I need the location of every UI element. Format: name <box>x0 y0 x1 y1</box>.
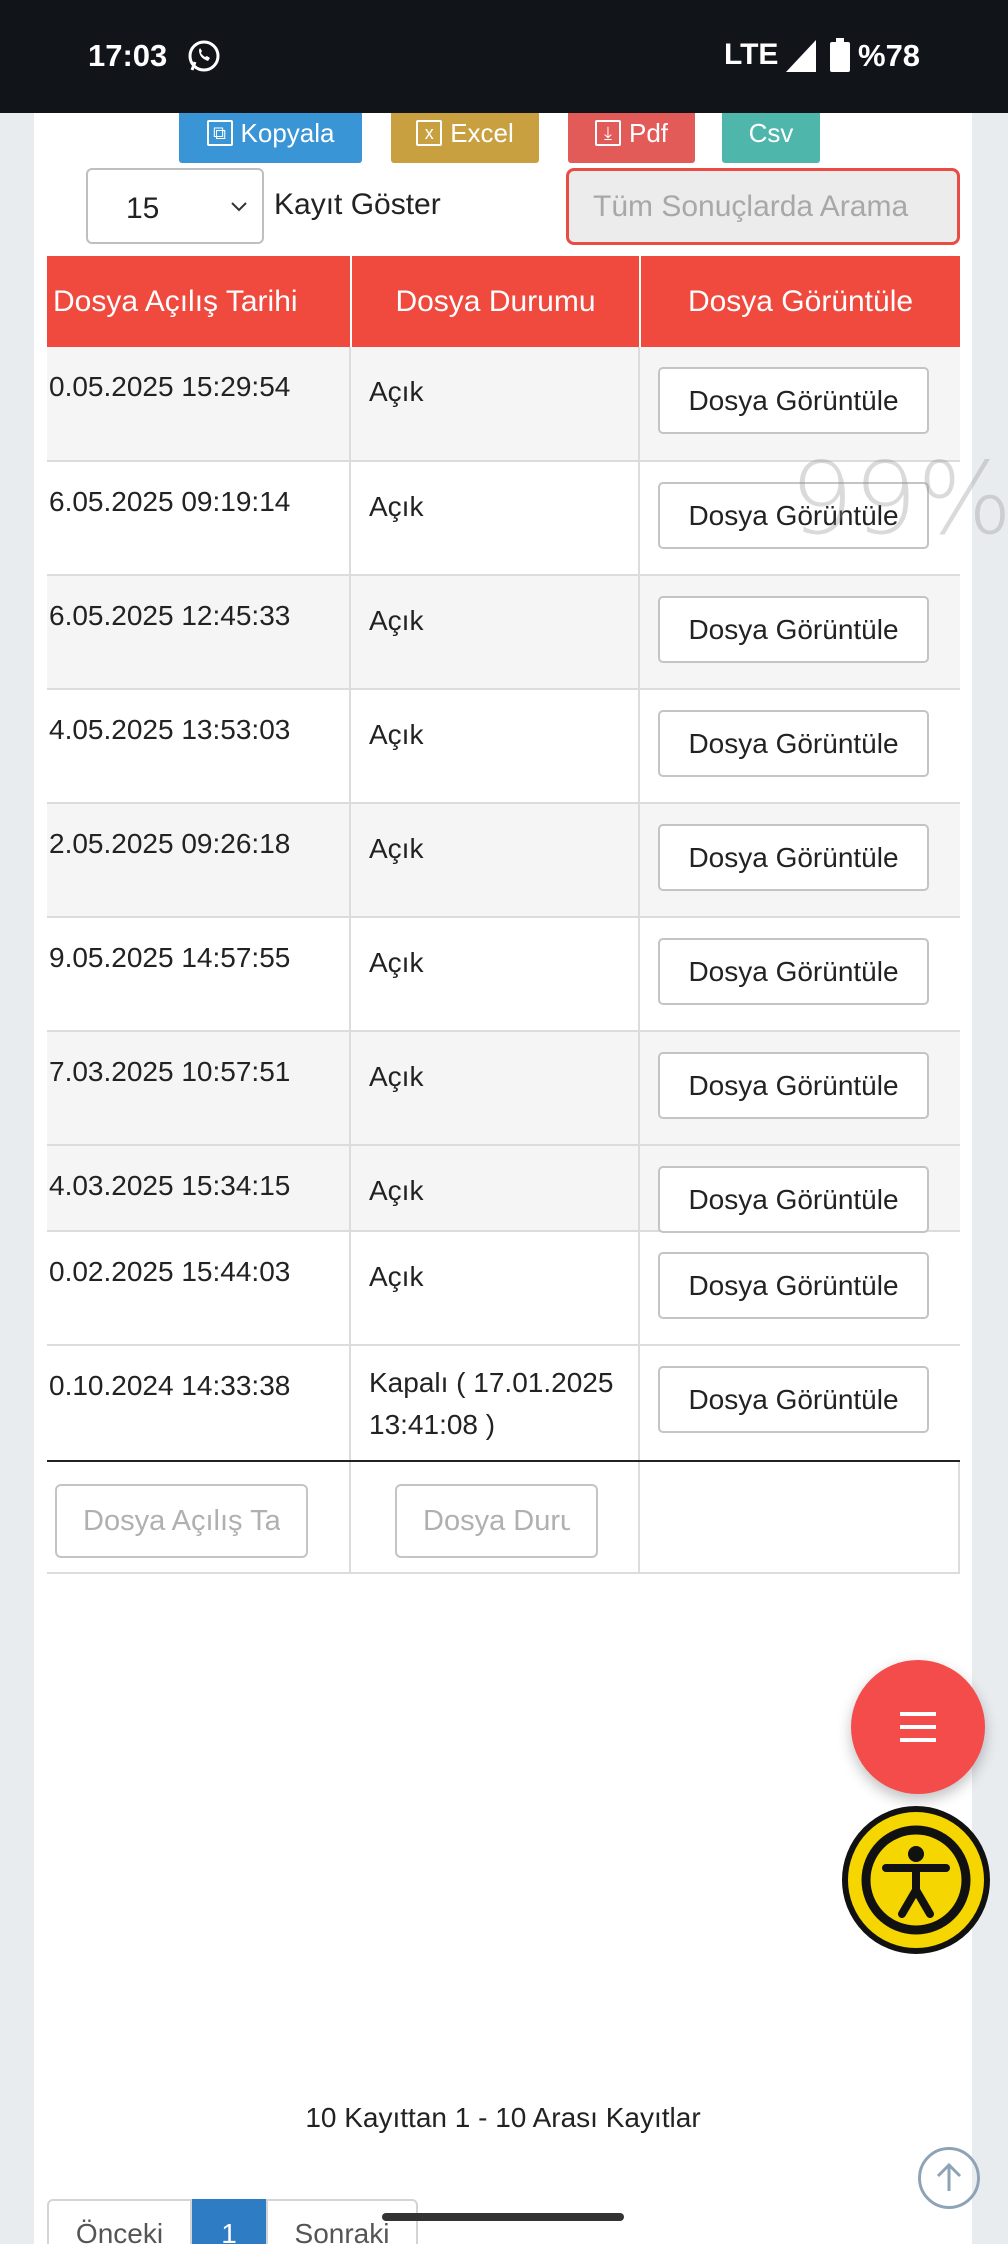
view-file-button[interactable]: Dosya Görüntüle <box>658 1366 929 1433</box>
view-file-button[interactable]: Dosya Görüntüle <box>658 710 929 777</box>
page-length-value: 15 <box>126 192 160 225</box>
table-row: 9.05.2025 14:57:55 Açık Dosya Görüntüle <box>47 918 960 1032</box>
pagination: Önceki 1 Sonraki <box>47 2199 418 2244</box>
accessibility-icon <box>861 1825 971 1935</box>
floating-menu-button[interactable] <box>851 1660 985 1794</box>
table-row: 4.05.2025 13:53:03 Açık Dosya Görüntüle <box>47 690 960 804</box>
view-file-button[interactable]: Dosya Görüntüle <box>658 1252 929 1319</box>
scroll-to-top-button[interactable] <box>918 2147 980 2209</box>
table-row: 7.03.2025 10:57:51 Açık Dosya Görüntüle <box>47 1032 960 1146</box>
status-time: 17:03 <box>88 38 168 73</box>
table-row: 0.10.2024 14:33:38 Kapalı ( 17.01.2025 1… <box>47 1346 960 1460</box>
battery-icon <box>830 38 850 72</box>
cell-date: 6.05.2025 09:19:14 <box>47 462 351 574</box>
view-file-button[interactable]: Dosya Görüntüle <box>658 938 929 1005</box>
status-bar: 17:03 LTE %78 <box>0 0 1008 113</box>
cell-status: Açık <box>351 1232 640 1344</box>
menu-icon <box>900 1712 936 1742</box>
table-header: Dosya Açılış Tarihi Dosya Durumu Dosya G… <box>47 256 960 347</box>
column-header-date[interactable]: Dosya Açılış Tarihi <box>47 256 350 347</box>
cell-date: 9.05.2025 14:57:55 <box>47 918 351 1030</box>
view-file-button[interactable]: Dosya Görüntüle <box>658 596 929 663</box>
cell-date: 7.03.2025 10:57:51 <box>47 1032 351 1144</box>
zoom-indicator: 99% <box>790 440 1008 557</box>
table-row: 2.05.2025 09:26:18 Açık Dosya Görüntüle <box>47 804 960 918</box>
copy-button[interactable]: ⧉ Kopyala <box>179 113 362 163</box>
table-row: 0.02.2025 15:44:03 Açık Dosya Görüntüle <box>47 1232 960 1346</box>
cell-date: 6.05.2025 12:45:33 <box>47 576 351 688</box>
table-info: 10 Kayıttan 1 - 10 Arası Kayıtlar <box>305 2102 701 2133</box>
cell-status: Açık <box>351 347 640 460</box>
arrow-up-icon <box>936 2162 962 2191</box>
cell-status: Açık <box>351 462 640 574</box>
cell-status: Açık <box>351 918 640 1030</box>
accessibility-button[interactable] <box>842 1806 990 1954</box>
signal-icon <box>786 40 816 72</box>
excel-icon: x <box>416 120 443 146</box>
cell-status: Açık <box>351 576 640 688</box>
view-file-button[interactable]: Dosya Görüntüle <box>658 1166 929 1233</box>
pdf-icon: ⤓ <box>594 120 621 146</box>
page-content: ⧉ Kopyala x Excel ⤓ Pdf Csv 15 Kayıt Gös… <box>34 113 972 2244</box>
status-battery: %78 <box>858 38 921 73</box>
column-header-view[interactable]: Dosya Görüntüle <box>639 256 960 347</box>
cell-date: 4.05.2025 13:53:03 <box>47 690 351 802</box>
table-row: 4.03.2025 15:34:15 Açık Dosya Görüntüle <box>47 1146 960 1233</box>
cell-status: Kapalı ( 17.01.2025 13:41:08 ) <box>351 1346 640 1460</box>
cell-status: Açık <box>351 1032 640 1144</box>
cell-date: 4.03.2025 15:34:15 <box>47 1146 351 1230</box>
cell-date: 0.05.2025 15:29:54 <box>47 347 351 460</box>
previous-page-button[interactable]: Önceki <box>47 2199 192 2244</box>
cell-status: Açık <box>351 690 640 802</box>
cell-date: 0.02.2025 15:44:03 <box>47 1232 351 1344</box>
page-1-button[interactable]: 1 <box>192 2199 266 2244</box>
chevron-down-icon <box>231 202 247 212</box>
status-network: LTE <box>724 38 779 71</box>
home-indicator[interactable] <box>382 2213 624 2221</box>
next-page-button[interactable]: Sonraki <box>266 2199 418 2244</box>
excel-button[interactable]: x Excel <box>391 113 539 163</box>
column-header-status[interactable]: Dosya Durumu <box>350 256 639 347</box>
page-length-select[interactable]: 15 <box>86 168 264 244</box>
page-length-label: Kayıt Göster <box>274 188 441 221</box>
view-file-button[interactable]: Dosya Görüntüle <box>658 367 929 434</box>
copy-icon: ⧉ <box>206 120 233 146</box>
view-file-button[interactable]: Dosya Görüntüle <box>658 1052 929 1119</box>
cell-status: Açık <box>351 804 640 916</box>
cell-status: Açık <box>351 1146 640 1230</box>
whatsapp-icon <box>188 40 220 72</box>
view-file-button[interactable]: Dosya Görüntüle <box>658 824 929 891</box>
table-footer-filters <box>47 1460 960 1574</box>
search-input[interactable] <box>566 168 960 245</box>
date-filter-input[interactable] <box>55 1484 308 1558</box>
csv-button[interactable]: Csv <box>722 113 820 163</box>
table-row: 6.05.2025 12:45:33 Açık Dosya Görüntüle <box>47 576 960 690</box>
pdf-button[interactable]: ⤓ Pdf <box>568 113 695 163</box>
cell-date: 2.05.2025 09:26:18 <box>47 804 351 916</box>
status-filter-input[interactable] <box>395 1484 598 1558</box>
cell-date: 0.10.2024 14:33:38 <box>47 1346 351 1460</box>
